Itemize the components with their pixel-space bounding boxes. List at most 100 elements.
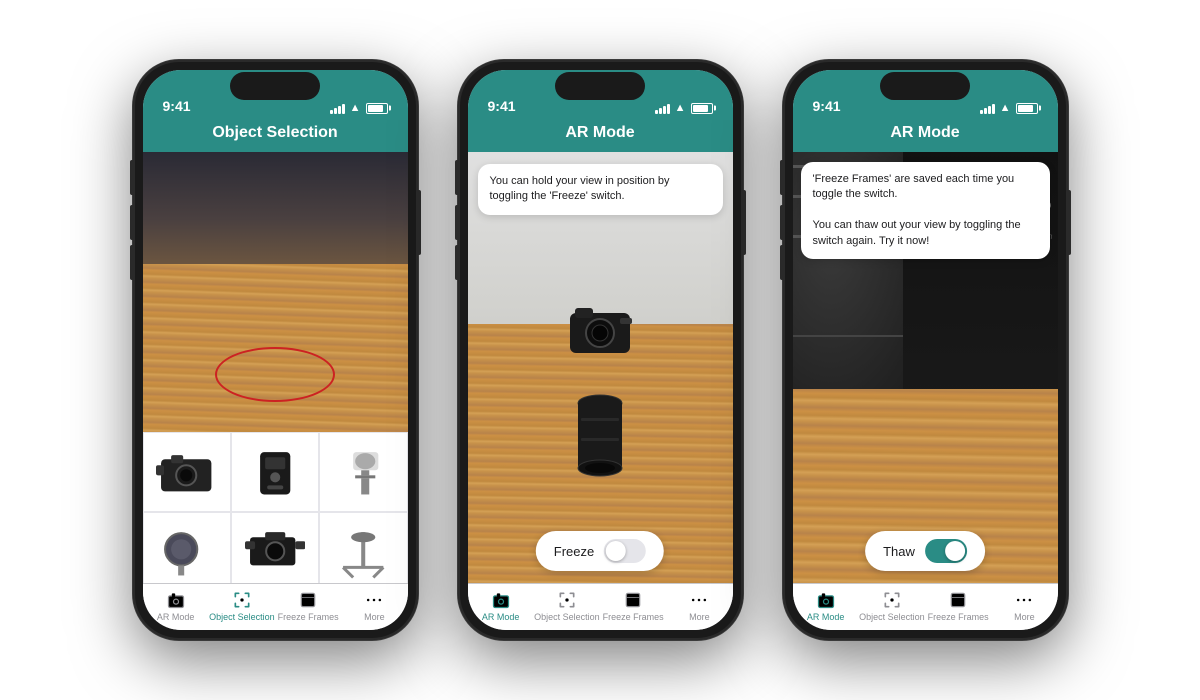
cinema-camera-icon bbox=[245, 525, 305, 580]
tab-object-selection-1[interactable]: Object Selection bbox=[209, 590, 275, 622]
tab-label-more-2: More bbox=[689, 612, 710, 622]
nav-header-3: AR Mode bbox=[793, 120, 1058, 152]
tooltip-text-2: You can hold your view in position by to… bbox=[490, 175, 670, 202]
tab-label-freeze-2: Freeze Frames bbox=[603, 612, 664, 622]
ar-camera-view: You can hold your view in position by to… bbox=[468, 152, 733, 583]
nav-header-1: Object Selection bbox=[143, 120, 408, 152]
camera-view-1 bbox=[143, 152, 408, 583]
dynamic-island-3 bbox=[880, 72, 970, 100]
battery-icon-2 bbox=[691, 103, 713, 114]
more-icon-2 bbox=[689, 590, 709, 610]
tab-bar-1: AR Mode Object Selection bbox=[143, 583, 408, 630]
nav-title-3: AR Mode bbox=[890, 124, 959, 141]
more-icon-3 bbox=[1014, 590, 1034, 610]
status-time-2: 9:41 bbox=[488, 98, 516, 114]
thaw-toggle[interactable] bbox=[925, 539, 967, 563]
freeze-toggle-container[interactable]: Freeze bbox=[536, 531, 664, 571]
status-time-3: 9:41 bbox=[813, 98, 841, 114]
object-selection-icon-1 bbox=[232, 590, 252, 610]
phone-1-screen: 9:41 ▲ Object Selection bbox=[143, 70, 408, 630]
ar-lens-container bbox=[575, 393, 625, 488]
nav-header-2: AR Mode bbox=[468, 120, 733, 152]
freeze-frames-icon-1 bbox=[298, 590, 318, 610]
tab-label-ar-2: AR Mode bbox=[482, 612, 520, 622]
product-cell-1[interactable] bbox=[143, 432, 231, 512]
phone-2-screen: 9:41 ▲ AR Mode bbox=[468, 70, 733, 630]
tab-more-2[interactable]: More bbox=[666, 590, 732, 622]
product-cell-2[interactable] bbox=[231, 432, 319, 512]
product-cell-6[interactable] bbox=[319, 512, 407, 583]
nav-title-2: AR Mode bbox=[565, 124, 634, 141]
recorder-icon bbox=[245, 445, 305, 500]
more-icon-1 bbox=[364, 590, 384, 610]
phone-2: 9:41 ▲ AR Mode bbox=[458, 60, 743, 640]
ar-camera-svg bbox=[565, 303, 635, 363]
tab-ar-mode-2[interactable]: AR Mode bbox=[468, 590, 534, 622]
camera-icon-1 bbox=[156, 445, 216, 500]
phone-2-wrapper: 9:41 ▲ AR Mode bbox=[458, 60, 743, 640]
tab-object-selection-3[interactable]: Object Selection bbox=[859, 590, 925, 622]
nav-title-1: Object Selection bbox=[212, 124, 337, 141]
ar-view-2: You can hold your view in position by to… bbox=[468, 152, 733, 583]
camera-live-view bbox=[143, 152, 408, 432]
ar-mode-icon-3 bbox=[816, 590, 836, 610]
tab-label-more-3: More bbox=[1014, 612, 1035, 622]
phone-3: 9:41 ▲ AR Mode bbox=[783, 60, 1068, 640]
wifi-icon-2: ▲ bbox=[675, 102, 686, 114]
tab-object-selection-2[interactable]: Object Selection bbox=[534, 590, 600, 622]
object-selection-icon-2 bbox=[557, 590, 577, 610]
ar-mode-icon-2 bbox=[491, 590, 511, 610]
tab-ar-mode-1[interactable]: AR Mode bbox=[143, 590, 209, 622]
tab-ar-mode-3[interactable]: AR Mode bbox=[793, 590, 859, 622]
battery-icon-1 bbox=[366, 103, 388, 114]
dynamic-island-2 bbox=[555, 72, 645, 100]
status-icons-1: ▲ bbox=[330, 102, 388, 114]
thaw-toggle-container[interactable]: Thaw bbox=[865, 531, 985, 571]
wifi-icon-1: ▲ bbox=[350, 102, 361, 114]
stand-icon bbox=[333, 525, 393, 580]
product-cell-4[interactable] bbox=[143, 512, 231, 583]
product-cell-3[interactable] bbox=[319, 432, 407, 512]
light-icon bbox=[333, 445, 393, 500]
tab-label-obj-1: Object Selection bbox=[209, 612, 275, 622]
wifi-icon-3: ▲ bbox=[1000, 102, 1011, 114]
studio-light-icon bbox=[156, 525, 216, 580]
tab-freeze-frames-1[interactable]: Freeze Frames bbox=[275, 590, 341, 622]
phone-3-screen: 9:41 ▲ AR Mode bbox=[793, 70, 1058, 630]
signal-icon-2 bbox=[655, 102, 670, 114]
freeze-frames-icon-3 bbox=[948, 590, 968, 610]
status-icons-2: ▲ bbox=[655, 102, 713, 114]
phone-3-wrapper: 9:41 ▲ AR Mode bbox=[783, 60, 1068, 640]
tab-label-freeze-3: Freeze Frames bbox=[928, 612, 989, 622]
product-grid-1 bbox=[143, 432, 408, 583]
phone-1-wrapper: 9:41 ▲ Object Selection bbox=[133, 60, 418, 640]
tab-label-obj-2: Object Selection bbox=[534, 612, 600, 622]
selection-oval bbox=[215, 347, 335, 402]
product-cell-5[interactable] bbox=[231, 512, 319, 583]
camera-close-camera-view: EOS 5D Canon 'Freeze Frames' are saved e… bbox=[793, 152, 1058, 583]
tab-label-ar-1: AR Mode bbox=[157, 612, 195, 622]
status-time-1: 9:41 bbox=[163, 98, 191, 114]
status-icons-3: ▲ bbox=[980, 102, 1038, 114]
freeze-toggle[interactable] bbox=[604, 539, 646, 563]
tab-freeze-frames-3[interactable]: Freeze Frames bbox=[925, 590, 991, 622]
tooltip-2: You can hold your view in position by to… bbox=[478, 164, 723, 215]
close-up-view: EOS 5D Canon 'Freeze Frames' are saved e… bbox=[793, 152, 1058, 583]
freeze-frames-icon-2 bbox=[623, 590, 643, 610]
thaw-toggle-knob bbox=[945, 541, 965, 561]
tab-more-3[interactable]: More bbox=[991, 590, 1057, 622]
tab-more-1[interactable]: More bbox=[341, 590, 407, 622]
object-selection-icon-3 bbox=[882, 590, 902, 610]
thaw-label: Thaw bbox=[883, 544, 915, 559]
tooltip-3: 'Freeze Frames' are saved each time you … bbox=[801, 162, 1050, 259]
tab-label-obj-3: Object Selection bbox=[859, 612, 925, 622]
ceiling bbox=[143, 152, 408, 264]
tab-freeze-frames-2[interactable]: Freeze Frames bbox=[600, 590, 666, 622]
tab-bar-2: AR Mode Object Selection bbox=[468, 583, 733, 630]
tooltip-text-3: 'Freeze Frames' are saved each time you … bbox=[813, 173, 1021, 247]
tab-label-freeze-1: Freeze Frames bbox=[278, 612, 339, 622]
signal-icon-1 bbox=[330, 102, 345, 114]
battery-icon-3 bbox=[1016, 103, 1038, 114]
tab-bar-3: AR Mode Object Selection bbox=[793, 583, 1058, 630]
ar-object-container bbox=[565, 303, 635, 368]
